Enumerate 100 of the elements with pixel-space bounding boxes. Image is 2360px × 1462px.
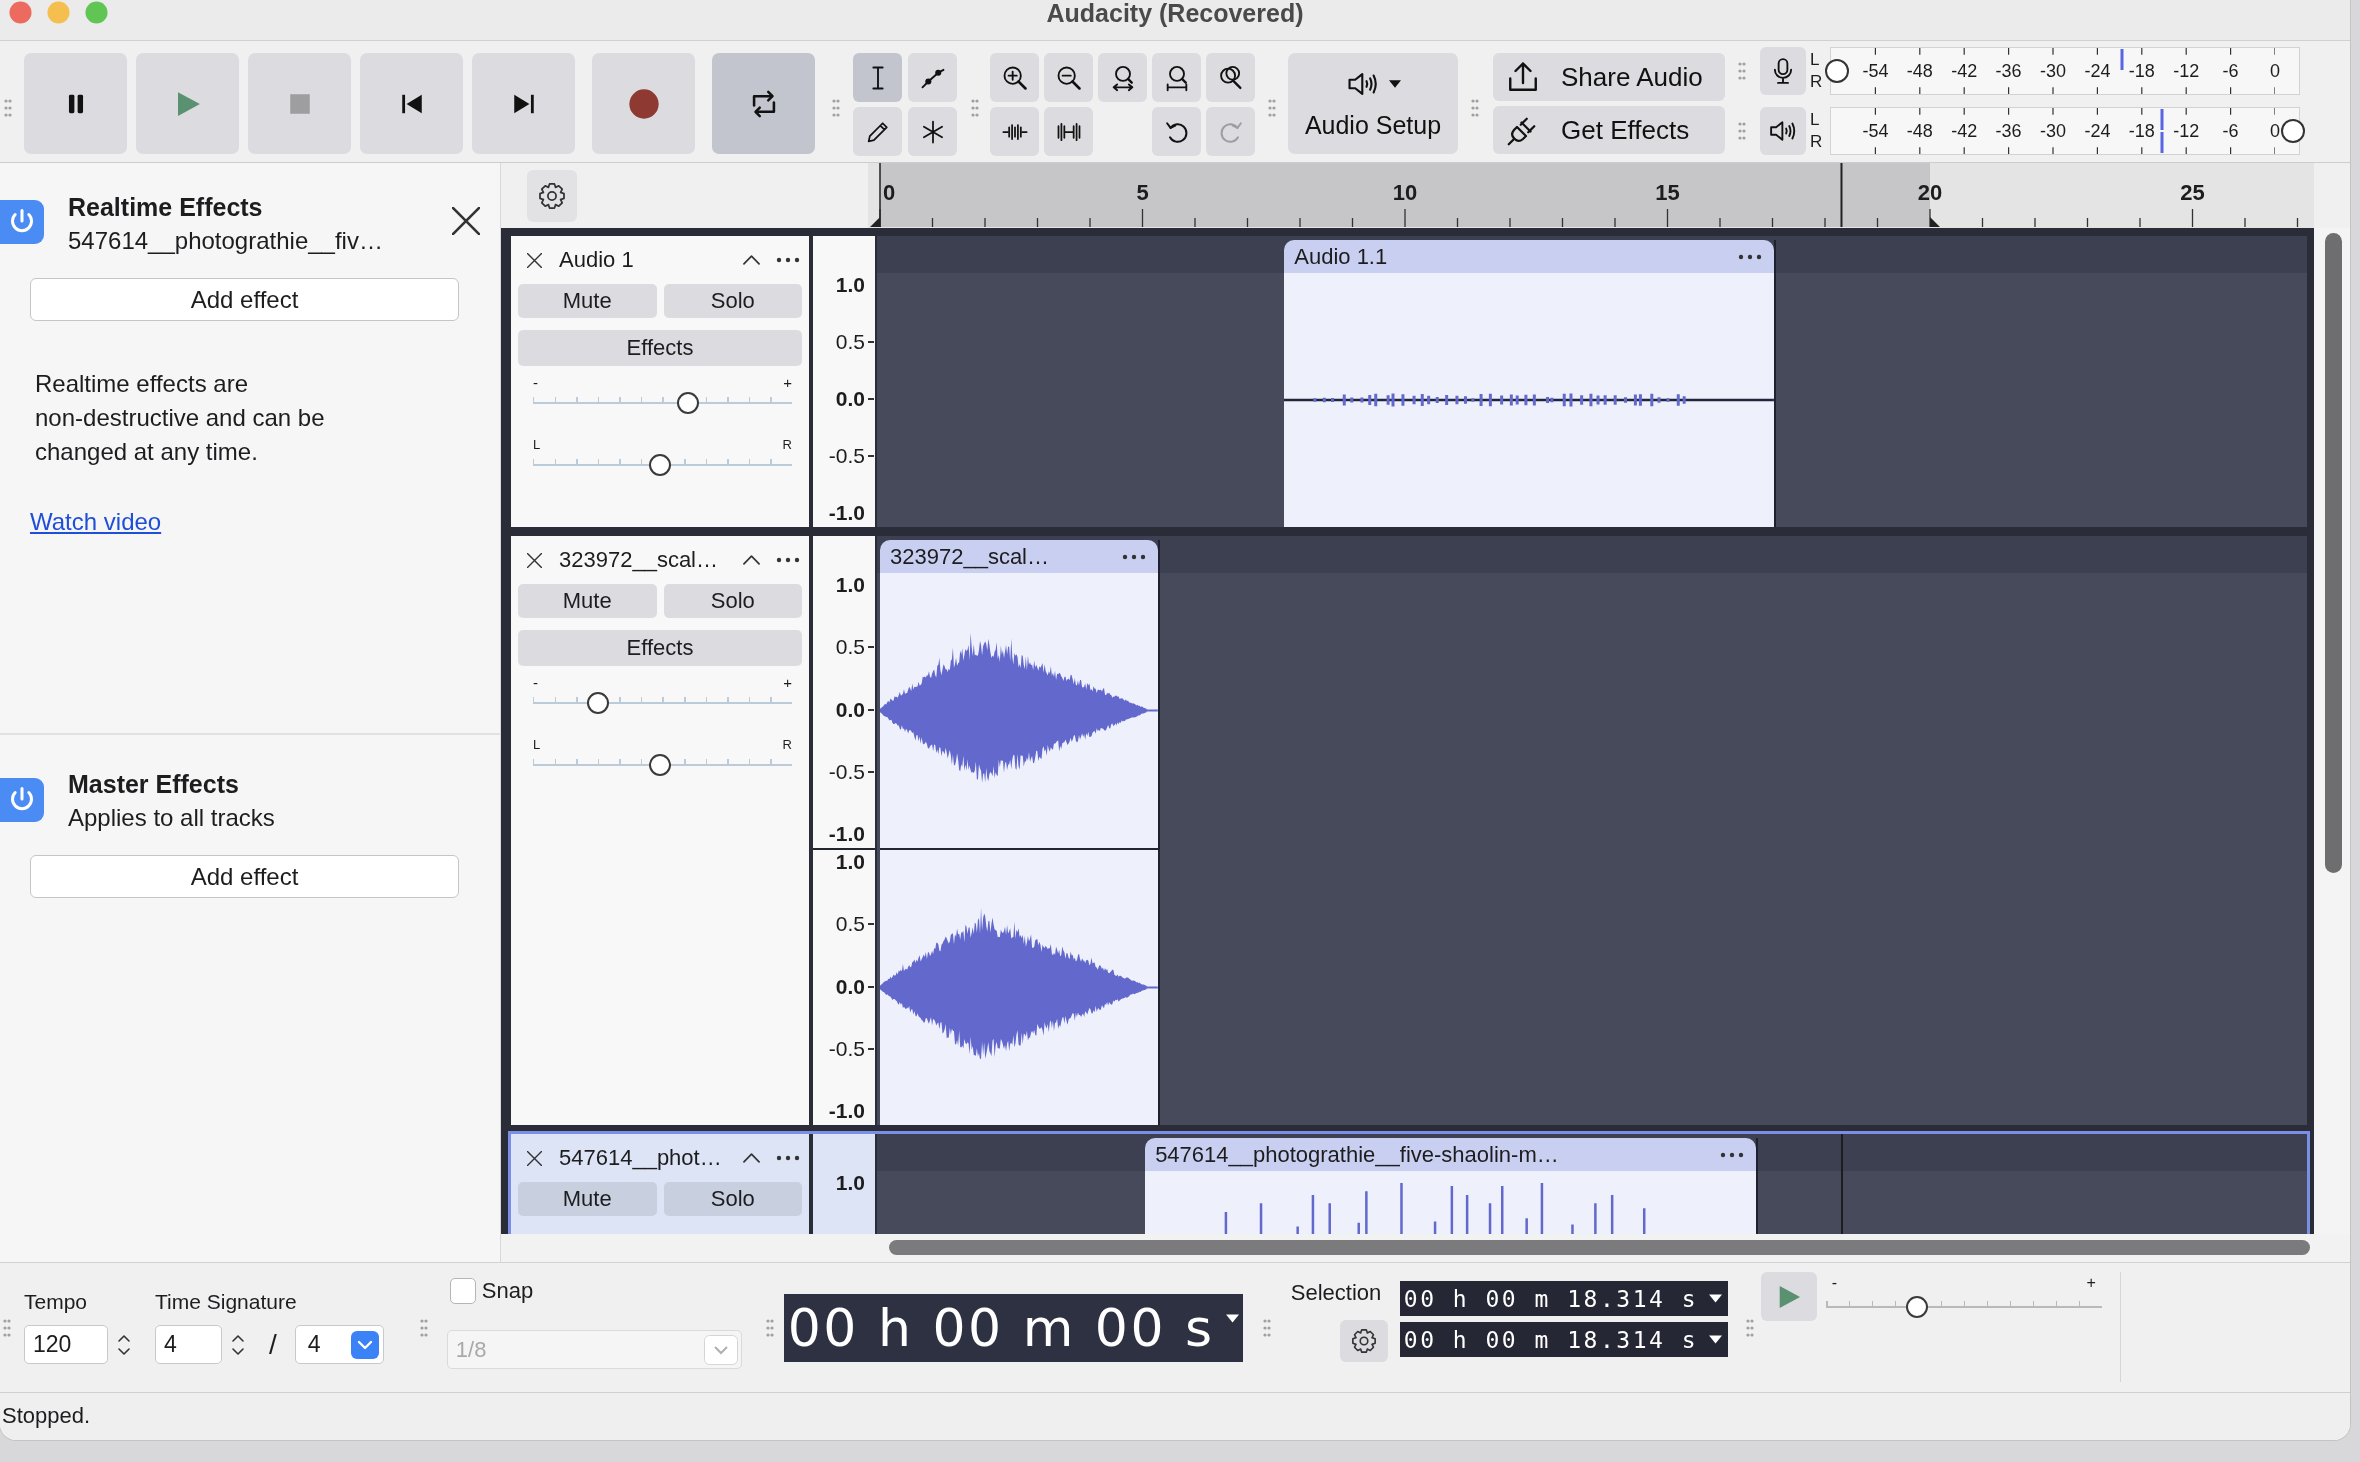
envelope-tool-button[interactable]	[908, 53, 957, 102]
time-display[interactable]: 00 h 00 m 00 s	[783, 1294, 1243, 1362]
loop-button[interactable]	[712, 53, 815, 154]
track-name[interactable]: 547614__phot…	[559, 1145, 743, 1171]
trim-button[interactable]	[990, 107, 1039, 156]
beat-value-dropdown[interactable]: 4	[294, 1325, 384, 1364]
track-name[interactable]: 323972__scal…	[559, 547, 743, 573]
audio-track[interactable]: 547614__phot… Mute Solo 1.0 547614__photograthie__five-shaolin-m…	[508, 1131, 2310, 1234]
beats-per-bar-field[interactable]: 4	[155, 1325, 222, 1364]
clip-header[interactable]: Audio 1.1	[1284, 240, 1775, 273]
grip-handle-icon[interactable]	[832, 97, 840, 118]
zoom-out-button[interactable]	[1044, 53, 1093, 102]
record-button[interactable]	[592, 53, 695, 154]
zoom-toggle-button[interactable]	[1206, 53, 1255, 102]
share-audio-button[interactable]: Share Audio	[1493, 53, 1725, 101]
settings-button[interactable]	[527, 170, 577, 222]
close-icon[interactable]	[527, 252, 542, 268]
audio-track[interactable]: 323972__scal… Mute Solo Effects - + L R 1.0 0.5 0.0 -0.5 -1.0 1.0 0.5 0.0 -0.5 -1.0 323972__scal…	[508, 533, 2310, 1128]
grip-handle-icon[interactable]	[419, 1317, 428, 1338]
get-effects-button[interactable]: Get Effects	[1493, 106, 1725, 154]
chevron-up-icon[interactable]	[743, 555, 760, 565]
horizontal-scrollbar-thumb[interactable]	[889, 1240, 2310, 1255]
chevron-up-icon[interactable]	[743, 255, 760, 265]
description-text: Realtime effects are non-destructive and can be changed at any time.	[35, 369, 326, 467]
speaker-button[interactable]	[1760, 107, 1806, 155]
clip-header[interactable]: 547614__photograthie__five-shaolin-m…	[1145, 1138, 1756, 1171]
zoom-in-button[interactable]	[990, 53, 1039, 102]
tempo-field[interactable]: 120	[24, 1325, 108, 1364]
selection-tool-button[interactable]	[853, 53, 902, 102]
power-icon[interactable]	[0, 200, 44, 244]
effects-button[interactable]: Effects	[518, 330, 802, 366]
volume-slider-thumb[interactable]	[1825, 59, 1849, 83]
slider-thumb[interactable]	[648, 754, 671, 776]
track-lane[interactable]: 547614__photograthie__five-shaolin-m…	[877, 1134, 2307, 1234]
more-icon[interactable]	[776, 257, 800, 263]
track-lane[interactable]: 323972__scal…	[877, 536, 2307, 1125]
close-icon[interactable]	[527, 1150, 542, 1166]
settings-button[interactable]	[1339, 1320, 1388, 1362]
grip-handle-icon[interactable]	[971, 97, 979, 118]
play-at-speed-button[interactable]	[1760, 1272, 1817, 1321]
grip-handle-icon[interactable]	[1738, 61, 1746, 81]
timeline-ruler[interactable]: 0 5 10 15 20 25	[868, 163, 2314, 228]
fit-selection-button[interactable]	[1098, 53, 1147, 102]
microphone-button[interactable]	[1760, 47, 1806, 95]
fit-project-button[interactable]	[1152, 53, 1201, 102]
effects-button[interactable]: Effects	[518, 630, 802, 666]
mute-button[interactable]: Mute	[518, 284, 657, 318]
grip-handle-icon[interactable]	[1268, 97, 1276, 118]
solo-button[interactable]: Solo	[663, 284, 802, 318]
add-effect-button[interactable]: Add effect	[30, 855, 459, 898]
play-button[interactable]	[136, 53, 239, 154]
grip-handle-icon[interactable]	[1738, 121, 1746, 141]
slider-thumb[interactable]	[677, 392, 700, 414]
clip-header[interactable]: 323972__scal…	[880, 540, 1158, 573]
panel-title: Realtime Effects	[68, 192, 264, 223]
chevron-down-icon	[703, 1334, 738, 1365]
slider-thumb[interactable]	[648, 454, 671, 476]
ruler-label: 0	[883, 180, 896, 206]
undo-button[interactable]	[1152, 107, 1201, 156]
grip-handle-icon[interactable]	[1471, 97, 1479, 118]
solo-button[interactable]: Solo	[663, 1182, 802, 1216]
more-icon[interactable]	[1738, 253, 1763, 260]
draw-tool-button[interactable]	[853, 107, 902, 156]
silence-button[interactable]	[1044, 107, 1093, 156]
audio-setup-button[interactable]: Audio Setup	[1288, 53, 1458, 154]
slider-thumb[interactable]	[1905, 1296, 1928, 1318]
ruler-label: 15	[1655, 180, 1680, 206]
mute-button[interactable]: Mute	[518, 584, 657, 618]
skip-to-start-button[interactable]	[360, 53, 463, 154]
grip-handle-icon[interactable]	[1262, 1317, 1271, 1338]
volume-slider-thumb[interactable]	[2281, 119, 2305, 143]
slider-thumb[interactable]	[586, 692, 609, 714]
power-icon[interactable]	[0, 778, 44, 822]
scale-label: 1.0	[835, 573, 866, 597]
more-icon[interactable]	[1121, 553, 1146, 560]
close-icon[interactable]	[452, 207, 480, 235]
vertical-scrollbar-thumb[interactable]	[2325, 233, 2342, 873]
window-close-icon[interactable]	[9, 1, 32, 24]
scale-label: -1.0	[828, 822, 866, 846]
selection-start-field[interactable]: 00 h 00 m 18.314 s	[1399, 1281, 1728, 1316]
mute-button[interactable]: Mute	[518, 1182, 657, 1216]
track-name[interactable]: Audio 1	[559, 247, 743, 273]
solo-button[interactable]: Solo	[663, 584, 802, 618]
selection-end-field[interactable]: 00 h 00 m 18.314 s	[1399, 1322, 1728, 1357]
clip-name: 547614__photograthie__five-shaolin-m…	[1155, 1141, 1560, 1168]
close-icon[interactable]	[527, 552, 542, 568]
watch-video-link[interactable]: Watch video	[30, 507, 162, 537]
chevron-up-icon[interactable]	[743, 1153, 760, 1163]
track-lane[interactable]: Audio 1.1	[877, 236, 2307, 527]
clip-name: 323972__scal…	[890, 543, 1050, 570]
multi-tool-button[interactable]	[908, 107, 957, 156]
grip-handle-icon[interactable]	[765, 1317, 774, 1338]
grip-handle-icon[interactable]	[1745, 1317, 1754, 1338]
audio-track[interactable]: Audio 1 Mute Solo Effects - + L R 1.0 0.5 0.0 -0.5 -1.0 Audio 1.1	[508, 233, 2310, 530]
grip-handle-icon[interactable]	[4, 97, 12, 118]
add-effect-button[interactable]: Add effect	[30, 278, 459, 321]
more-icon[interactable]	[776, 557, 800, 563]
more-icon[interactable]	[776, 1155, 800, 1161]
more-icon[interactable]	[1719, 1151, 1744, 1158]
grip-handle-icon[interactable]	[3, 1317, 11, 1338]
